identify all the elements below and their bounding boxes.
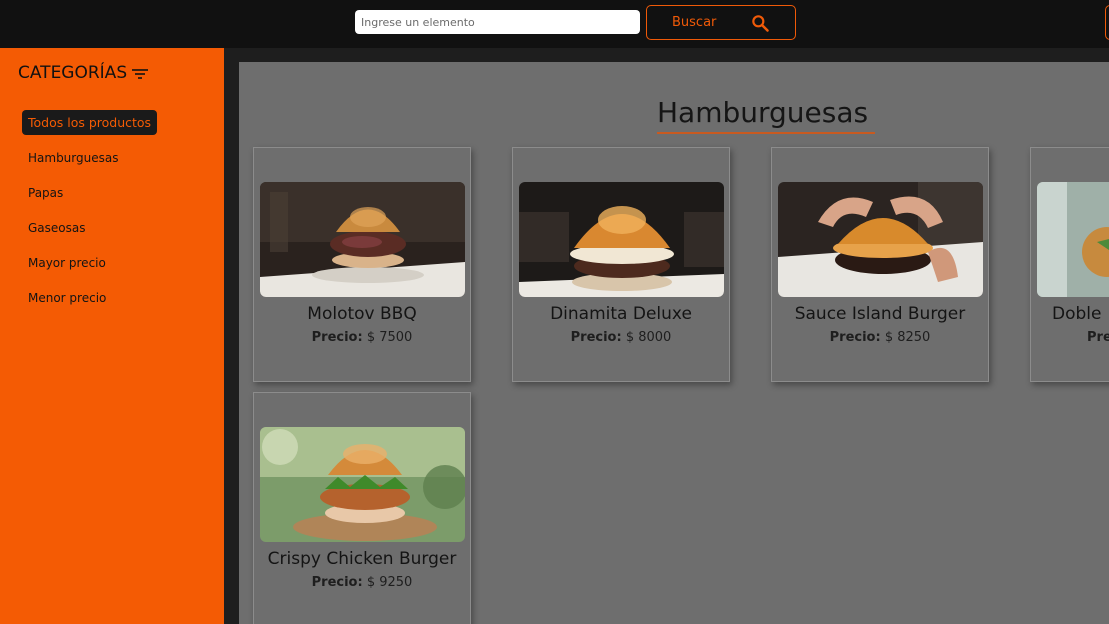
category-item-mayor-precio[interactable]: Mayor precio: [22, 245, 157, 280]
category-item-gaseosas[interactable]: Gaseosas: [22, 210, 157, 245]
page-title: Hamburguesas: [657, 96, 869, 129]
price-label: Precio:: [311, 575, 363, 590]
product-card-crispy-chicken-burger[interactable]: Crispy Chicken Burger Precio: $ 9250: [253, 392, 471, 624]
product-name: Dinamita Deluxe: [550, 304, 692, 324]
price-label: Precio:: [570, 330, 622, 345]
categories-header: CATEGORÍAS: [18, 63, 149, 83]
product-image: [1037, 182, 1109, 297]
cart-button[interactable]: [1105, 5, 1109, 40]
product-name: Molotov BBQ: [307, 304, 417, 324]
category-label: Gaseosas: [28, 220, 86, 235]
price-label: Precio:: [311, 330, 363, 345]
product-area: Hamburguesas Molotov BBQ Precio: $ 7500: [239, 62, 1109, 624]
category-label: Mayor precio: [28, 255, 106, 270]
top-bar: Buscar: [0, 0, 1109, 48]
category-label: Papas: [28, 185, 64, 200]
product-image: [519, 182, 724, 297]
price-value: $ 7500: [366, 330, 413, 345]
product-card-sauce-island-burger[interactable]: Sauce Island Burger Precio: $ 8250: [771, 147, 989, 382]
search-icon: [752, 15, 769, 32]
product-card-dinamita-deluxe[interactable]: Dinamita Deluxe Precio: $ 8000: [512, 147, 730, 382]
title-underline: [657, 132, 875, 134]
product-image: [260, 182, 465, 297]
product-price: Precio: $ 9250: [254, 575, 470, 590]
category-item-all[interactable]: Todos los productos: [22, 105, 158, 140]
categories-title: CATEGORÍAS: [18, 63, 128, 83]
product-name: Crispy Chicken Burger: [267, 549, 457, 569]
product-price: Precio: $ 8000: [513, 330, 729, 345]
product-price: Pre: [1087, 330, 1109, 345]
category-item-hamburguesas[interactable]: Hamburguesas: [22, 140, 157, 175]
price-label: Pre: [1087, 330, 1109, 345]
product-name: Doble: [1052, 304, 1102, 324]
product-card-molotov-bbq[interactable]: Molotov BBQ Precio: $ 7500: [253, 147, 471, 382]
category-label: Menor precio: [28, 290, 107, 305]
product-card-doble[interactable]: Doble Pre: [1030, 147, 1109, 382]
search-input[interactable]: [355, 10, 640, 34]
price-value: $ 8250: [884, 330, 931, 345]
product-image: [778, 182, 983, 297]
sidebar: CATEGORÍAS Todos los productos Hamburgue…: [0, 48, 224, 624]
product-price: Precio: $ 8250: [772, 330, 988, 345]
product-image: [260, 427, 465, 542]
price-value: $ 9250: [366, 575, 413, 590]
category-label: Hamburguesas: [28, 150, 119, 165]
price-value: $ 8000: [625, 330, 672, 345]
search-button[interactable]: Buscar: [646, 5, 796, 40]
search-button-label: Buscar: [672, 15, 717, 30]
category-item-papas[interactable]: Papas: [22, 175, 157, 210]
product-name: Sauce Island Burger: [794, 304, 966, 324]
category-label: Todos los productos: [22, 110, 158, 135]
category-list: Todos los productos Hamburguesas Papas G…: [22, 105, 158, 315]
filter-icon[interactable]: [131, 67, 149, 81]
price-label: Precio:: [829, 330, 881, 345]
category-item-menor-precio[interactable]: Menor precio: [22, 280, 157, 315]
product-price: Precio: $ 7500: [254, 330, 470, 345]
